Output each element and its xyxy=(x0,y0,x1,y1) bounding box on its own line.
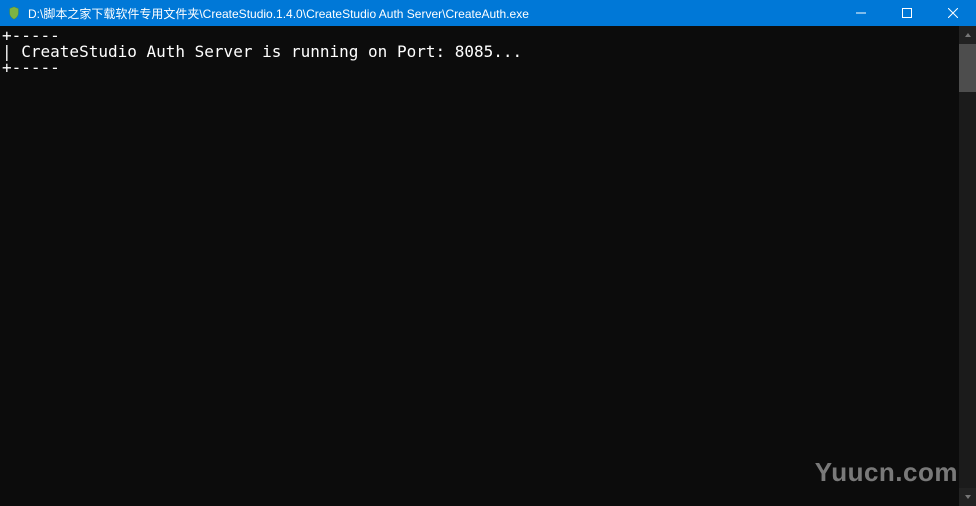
vertical-scrollbar[interactable] xyxy=(959,26,976,506)
maximize-button[interactable] xyxy=(884,0,930,26)
console-area: +----- | CreateStudio Auth Server is run… xyxy=(0,26,976,506)
maximize-icon xyxy=(902,8,912,18)
close-button[interactable] xyxy=(930,0,976,26)
window-titlebar[interactable]: D:\脚本之家下载软件专用文件夹\CreateStudio.1.4.0\Crea… xyxy=(0,0,976,26)
chevron-up-icon xyxy=(964,32,972,38)
scrollbar-thumb[interactable] xyxy=(959,44,976,92)
minimize-icon xyxy=(856,8,866,18)
minimize-button[interactable] xyxy=(838,0,884,26)
console-output: +----- | CreateStudio Auth Server is run… xyxy=(0,26,959,506)
window-controls xyxy=(838,0,976,26)
scrollbar-up-button[interactable] xyxy=(959,26,976,44)
chevron-down-icon xyxy=(964,494,972,500)
app-icon xyxy=(6,5,22,21)
window-title: D:\脚本之家下载软件专用文件夹\CreateStudio.1.4.0\Crea… xyxy=(28,5,838,22)
close-icon xyxy=(948,8,958,18)
scrollbar-down-button[interactable] xyxy=(959,488,976,506)
shield-icon xyxy=(7,6,21,20)
